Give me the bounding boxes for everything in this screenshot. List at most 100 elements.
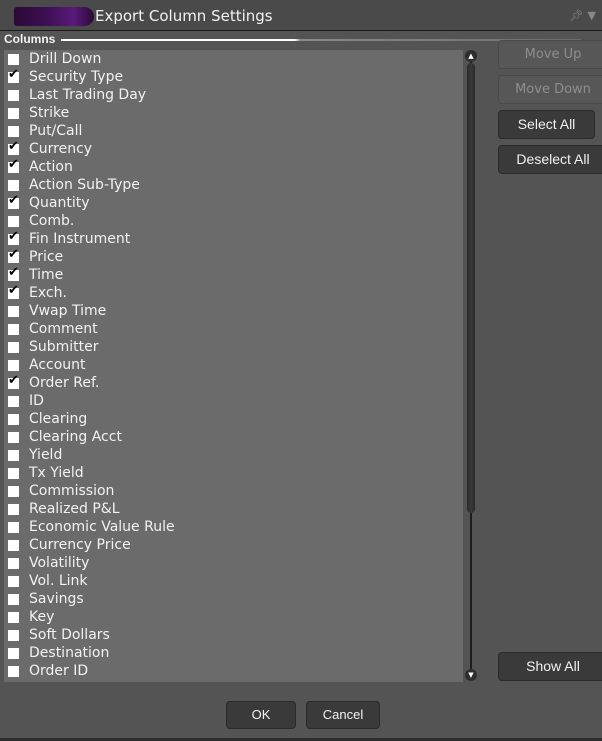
- column-list-item[interactable]: Vol. Link: [4, 572, 463, 590]
- scroll-thumb[interactable]: [467, 63, 475, 513]
- column-list-item[interactable]: Currency Price: [4, 536, 463, 554]
- checkbox-unchecked[interactable]: [8, 53, 19, 65]
- pin-icon[interactable]: 📌︎: [570, 9, 584, 22]
- app-logo: [14, 7, 94, 26]
- column-list-item[interactable]: Action Sub-Type: [4, 176, 463, 194]
- checkbox-unchecked[interactable]: [8, 107, 19, 119]
- column-label: Action Sub-Type: [29, 177, 140, 193]
- scroll-down-arrow-icon[interactable]: ▼: [465, 669, 477, 681]
- checkmark-icon: ✔: [8, 246, 19, 262]
- columns-list[interactable]: Drill Down ✔ Security Type Last Trading Day…: [4, 50, 463, 682]
- column-list-item[interactable]: ✔ Time: [4, 266, 463, 284]
- column-list-item[interactable]: ✔ Fin Instrument: [4, 230, 463, 248]
- checkbox-unchecked[interactable]: [8, 629, 19, 641]
- column-list-item[interactable]: Yield: [4, 446, 463, 464]
- column-label: Comment: [29, 321, 98, 337]
- column-label: Destination: [29, 645, 110, 661]
- column-list-item[interactable]: Clearing: [4, 410, 463, 428]
- column-list-item[interactable]: Comb.: [4, 212, 463, 230]
- column-label: Economic Value Rule: [29, 519, 175, 535]
- checkbox-checked[interactable]: ✔: [8, 230, 19, 245]
- checkbox-unchecked[interactable]: [8, 665, 19, 677]
- checkbox-unchecked[interactable]: [8, 521, 19, 533]
- checkbox-unchecked[interactable]: [8, 431, 19, 443]
- checkbox-unchecked[interactable]: [8, 341, 19, 353]
- column-list-item[interactable]: Soft Dollars: [4, 626, 463, 644]
- column-list-item[interactable]: Clearing Acct: [4, 428, 463, 446]
- checkbox-unchecked[interactable]: [8, 305, 19, 317]
- column-list-item[interactable]: ✔ Action: [4, 158, 463, 176]
- list-scrollbar[interactable]: ▲ ▼: [464, 50, 478, 682]
- column-label: Quantity: [29, 195, 90, 211]
- checkbox-unchecked[interactable]: [8, 323, 19, 335]
- checkbox-checked[interactable]: ✔: [8, 374, 19, 389]
- checkbox-unchecked[interactable]: [8, 539, 19, 551]
- checkbox-unchecked[interactable]: [8, 647, 19, 659]
- column-list-item[interactable]: Savings: [4, 590, 463, 608]
- checkbox-unchecked[interactable]: [8, 575, 19, 587]
- checkbox-checked[interactable]: ✔: [8, 248, 19, 263]
- column-list-item[interactable]: Submitter: [4, 338, 463, 356]
- checkbox-checked[interactable]: ✔: [8, 266, 19, 281]
- column-label: Last Trading Day: [29, 87, 147, 103]
- column-list-item[interactable]: ✔ Order Ref.: [4, 374, 463, 392]
- checkbox-unchecked[interactable]: [8, 485, 19, 497]
- checkbox-unchecked[interactable]: [8, 125, 19, 137]
- checkbox-checked[interactable]: ✔: [8, 194, 19, 209]
- column-label: Price: [29, 249, 64, 265]
- column-list-item[interactable]: Account: [4, 356, 463, 374]
- column-list-item[interactable]: ✔ Exch.: [4, 284, 463, 302]
- show-all-button[interactable]: Show All: [498, 652, 602, 681]
- scroll-up-arrow-icon[interactable]: ▲: [465, 50, 477, 62]
- ok-button[interactable]: OK: [226, 701, 296, 729]
- move-down-button[interactable]: Move Down: [498, 75, 602, 104]
- column-list-item[interactable]: ✔ Quantity: [4, 194, 463, 212]
- checkbox-unchecked[interactable]: [8, 395, 19, 407]
- column-list-item[interactable]: Put/Call: [4, 122, 463, 140]
- cancel-button[interactable]: Cancel: [306, 701, 380, 729]
- column-list-item[interactable]: Strike: [4, 104, 463, 122]
- column-list-item[interactable]: Vwap Time: [4, 302, 463, 320]
- column-list-item[interactable]: Drill Down: [4, 50, 463, 68]
- chevron-down-icon[interactable]: ▼: [588, 9, 596, 22]
- column-list-item[interactable]: ✔ Currency: [4, 140, 463, 158]
- column-list-item[interactable]: Realized P&L: [4, 500, 463, 518]
- select-all-button[interactable]: Select All: [498, 110, 595, 139]
- column-label: Yield: [29, 447, 63, 463]
- column-label: Account: [29, 357, 86, 373]
- column-list-item[interactable]: Tx Yield: [4, 464, 463, 482]
- checkbox-checked[interactable]: ✔: [8, 284, 19, 299]
- checkmark-icon: ✔: [8, 228, 19, 244]
- column-list-item[interactable]: ✔ Price: [4, 248, 463, 266]
- checkbox-unchecked[interactable]: [8, 503, 19, 515]
- checkbox-unchecked[interactable]: [8, 89, 19, 101]
- checkbox-unchecked[interactable]: [8, 611, 19, 623]
- checkbox-unchecked[interactable]: [8, 359, 19, 371]
- column-list-item[interactable]: Order ID: [4, 662, 463, 680]
- column-list-item[interactable]: ID: [4, 392, 463, 410]
- column-list-item[interactable]: ✔ Security Type: [4, 68, 463, 86]
- column-list-item[interactable]: Last Trading Day: [4, 86, 463, 104]
- column-list-item[interactable]: Destination: [4, 644, 463, 662]
- checkbox-checked[interactable]: ✔: [8, 68, 19, 83]
- checkbox-unchecked[interactable]: [8, 179, 19, 191]
- column-label: Time: [29, 267, 64, 283]
- checkbox-checked[interactable]: ✔: [8, 140, 19, 155]
- column-label: Drill Down: [29, 51, 102, 67]
- checkbox-unchecked[interactable]: [8, 593, 19, 605]
- column-label: Clearing Acct: [29, 429, 122, 445]
- column-list-item[interactable]: Key: [4, 608, 463, 626]
- column-list-item[interactable]: Comment: [4, 320, 463, 338]
- checkbox-unchecked[interactable]: [8, 557, 19, 569]
- checkbox-checked[interactable]: ✔: [8, 158, 19, 173]
- deselect-all-button[interactable]: Deselect All: [498, 145, 602, 174]
- column-list-item[interactable]: Commission: [4, 482, 463, 500]
- checkbox-unchecked[interactable]: [8, 467, 19, 479]
- checkbox-unchecked[interactable]: [8, 215, 19, 227]
- column-list-item[interactable]: Volatility: [4, 554, 463, 572]
- checkbox-unchecked[interactable]: [8, 413, 19, 425]
- move-up-button[interactable]: Move Up: [498, 40, 602, 69]
- column-list-item[interactable]: Economic Value Rule: [4, 518, 463, 536]
- columns-section-label: Columns: [4, 32, 56, 46]
- checkbox-unchecked[interactable]: [8, 449, 19, 461]
